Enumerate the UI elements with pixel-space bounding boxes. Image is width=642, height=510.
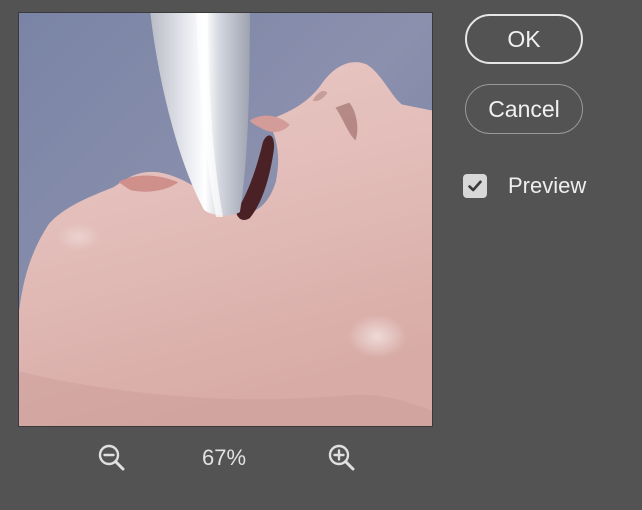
preview-checkbox[interactable]: [463, 174, 487, 198]
cancel-button[interactable]: Cancel: [465, 84, 583, 134]
preview-label: Preview: [508, 173, 587, 198]
filter-preview-image[interactable]: [18, 12, 433, 427]
ok-button[interactable]: OK: [465, 14, 583, 64]
zoom-controls: 67%: [96, 440, 358, 480]
preview-photo: [19, 13, 432, 426]
zoom-in-icon[interactable]: [326, 442, 358, 474]
zoom-level-readout: 67%: [201, 445, 247, 470]
checkmark-icon: [468, 180, 482, 192]
preview-toggle[interactable]: Preview: [463, 172, 586, 200]
zoom-out-icon[interactable]: [96, 442, 128, 474]
